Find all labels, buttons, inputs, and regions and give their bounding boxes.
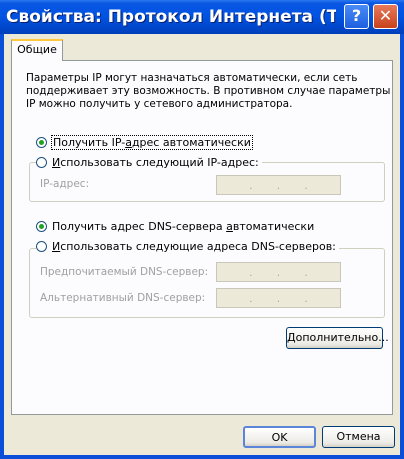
ip-dot: . xyxy=(304,181,308,192)
ip-dot: . xyxy=(249,181,253,192)
radio-dns-manual[interactable]: Использовать следующие адреса DNS-сервер… xyxy=(36,238,339,254)
dns-group-box: Предпочитаемый DNS-сервер: . . . Альтерн… xyxy=(29,248,385,318)
description-line: Параметры IP могут назначаться автоматич… xyxy=(26,72,358,84)
window-border-right xyxy=(400,34,404,459)
ip-dot: . xyxy=(304,268,308,279)
description-text: Параметры IP могут назначаться автоматич… xyxy=(26,72,391,111)
ip-address-label: IP-адрес: xyxy=(40,178,90,190)
radio-ip-manual-label: Использовать следующий IP-адрес: xyxy=(52,155,259,169)
window-title: Свойства: Протокол Интернета (Т... xyxy=(6,7,336,27)
radio-dns-auto-label: Получить адрес DNS-сервера автоматически xyxy=(52,219,315,233)
radio-dns-auto[interactable]: Получить адрес DNS-сервера автоматически xyxy=(36,218,314,234)
cancel-button[interactable]: Отмена xyxy=(322,426,395,448)
ip-dot: . xyxy=(276,294,281,305)
ip-dot: . xyxy=(276,181,281,192)
advanced-button[interactable]: Дополнительно... xyxy=(286,327,389,349)
close-button[interactable]: ✕ xyxy=(373,4,398,29)
radio-dns-auto-indicator[interactable] xyxy=(36,220,47,232)
description-line: IP можно получить у сетевого администрат… xyxy=(26,98,293,110)
ip-dot: . xyxy=(249,268,253,279)
radio-ip-manual[interactable]: Использовать следующий IP-адрес: xyxy=(36,154,262,170)
description-line: поддерживает эту возможность. В противно… xyxy=(26,85,391,97)
radio-dns-manual-label: Использовать следующие адреса DNS-сервер… xyxy=(52,239,336,253)
radio-dns-manual-indicator[interactable] xyxy=(36,240,47,252)
ok-button-label: OK xyxy=(271,431,288,444)
help-icon: ? xyxy=(351,6,362,25)
properties-dialog: Свойства: Протокол Интернета (Т... ? ✕ О… xyxy=(0,0,404,459)
general-tab-panel: Параметры IP могут назначаться автоматич… xyxy=(11,60,393,415)
radio-ip-auto-label: Получить IP-адрес автоматически xyxy=(51,134,253,150)
tab-general[interactable]: Общие xyxy=(11,39,63,61)
ip-dot: . xyxy=(249,294,253,305)
title-bar[interactable]: Свойства: Протокол Интернета (Т... ? ✕ xyxy=(0,0,404,34)
window-border-bottom xyxy=(0,455,404,459)
window-border-left xyxy=(0,34,4,459)
tab-general-label: Общие xyxy=(17,43,57,56)
ok-button[interactable]: OK xyxy=(243,426,316,448)
ip-address-field[interactable]: . . . xyxy=(216,175,341,195)
radio-ip-auto-indicator[interactable] xyxy=(36,136,47,148)
cancel-button-label: Отмена xyxy=(336,430,381,443)
alternate-dns-label: Альтернативный DNS-сервер: xyxy=(40,292,206,304)
alternate-dns-field[interactable]: . . . xyxy=(216,288,341,308)
radio-ip-auto[interactable]: Получить IP-адрес автоматически xyxy=(36,134,253,150)
preferred-dns-label: Предпочитаемый DNS-сервер: xyxy=(40,266,209,278)
help-button[interactable]: ? xyxy=(344,4,369,29)
preferred-dns-field[interactable]: . . . xyxy=(216,262,341,282)
ip-dot: . xyxy=(304,294,308,305)
radio-ip-manual-indicator[interactable] xyxy=(36,156,47,168)
close-icon: ✕ xyxy=(378,6,393,25)
advanced-button-label: Дополнительно... xyxy=(287,331,389,344)
ip-dot: . xyxy=(276,268,281,279)
